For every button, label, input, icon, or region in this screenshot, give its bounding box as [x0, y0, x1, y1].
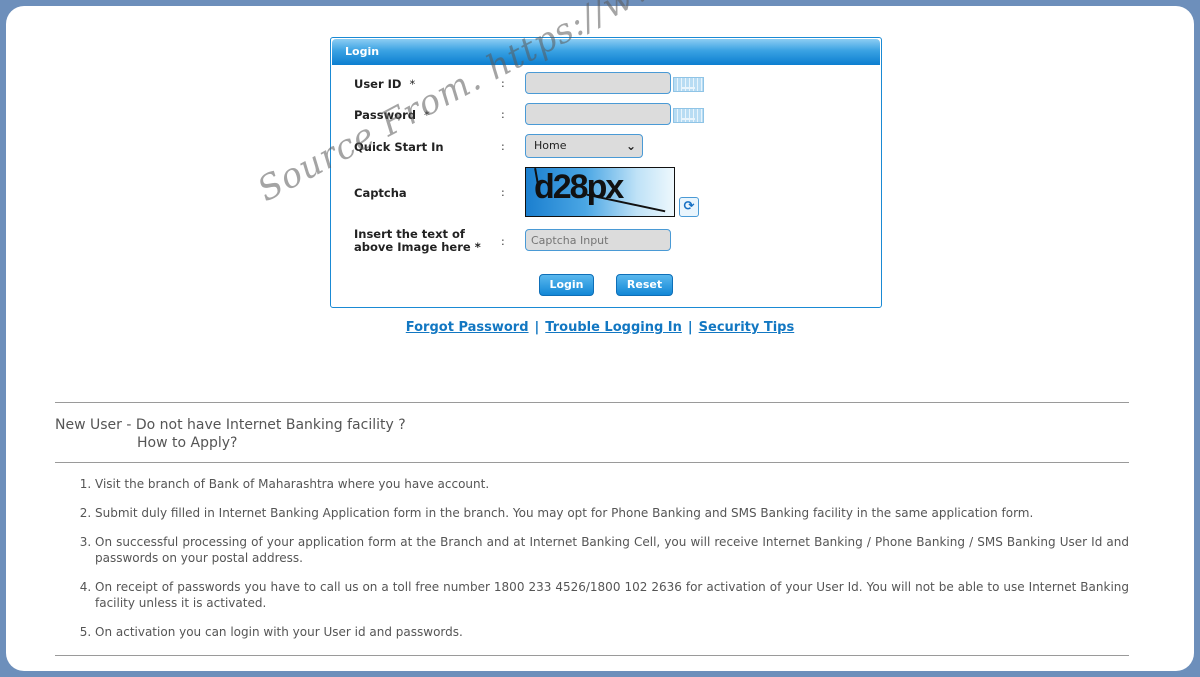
step-item: Visit the branch of Bank of Maharashtra …: [95, 476, 1129, 492]
login-panel: Login User ID * : Password * : Quick Sta…: [330, 37, 882, 308]
virtual-keyboard-icon[interactable]: [673, 108, 704, 123]
new-user-heading: New User - Do not have Internet Banking …: [55, 416, 406, 452]
quick-start-select[interactable]: Home ⌄: [525, 134, 643, 158]
how-to-apply-steps: Visit the branch of Bank of Maharashtra …: [78, 476, 1129, 653]
login-button[interactable]: Login: [539, 274, 594, 296]
quick-start-selected: Home: [534, 139, 567, 152]
captcha-label: Captcha: [354, 186, 407, 200]
user-id-label: User ID *: [354, 77, 416, 91]
forgot-password-link[interactable]: Forgot Password: [406, 320, 529, 335]
new-user-heading-line1: New User - Do not have Internet Banking …: [55, 417, 406, 433]
chevron-down-icon: ⌄: [625, 139, 636, 153]
quick-start-label: Quick Start In: [354, 140, 444, 154]
security-tips-link[interactable]: Security Tips: [699, 320, 795, 335]
colon: :: [501, 77, 505, 90]
trouble-logging-in-link[interactable]: Trouble Logging In: [545, 320, 682, 335]
reset-button[interactable]: Reset: [616, 274, 673, 296]
step-item: On receipt of passwords you have to call…: [95, 579, 1129, 611]
virtual-keyboard-icon[interactable]: [673, 77, 704, 92]
divider: [55, 655, 1129, 656]
refresh-captcha-icon[interactable]: ⟳: [679, 197, 699, 217]
colon: :: [501, 140, 505, 153]
colon: :: [501, 235, 505, 248]
step-item: On activation you can login with your Us…: [95, 624, 1129, 640]
captcha-input[interactable]: [525, 229, 671, 251]
captcha-image: d28px: [525, 167, 675, 217]
divider: [55, 462, 1129, 463]
divider: [55, 402, 1129, 403]
colon: :: [501, 108, 505, 121]
user-id-input[interactable]: [525, 72, 671, 94]
captcha-text: d28px: [534, 168, 624, 206]
colon: :: [501, 186, 505, 199]
help-links: Forgot Password | Trouble Logging In | Secur…: [0, 320, 1200, 335]
login-panel-title: Login: [332, 39, 880, 65]
step-item: Submit duly filled in Internet Banking A…: [95, 505, 1129, 521]
new-user-heading-line2: How to Apply?: [137, 435, 238, 451]
password-label: Password *: [354, 108, 430, 122]
password-input[interactable]: [525, 103, 671, 125]
link-separator: |: [687, 320, 693, 335]
link-separator: |: [534, 320, 540, 335]
step-item: On successful processing of your applica…: [95, 534, 1129, 566]
captcha-input-label: Insert the text of above Image here *: [354, 227, 481, 254]
